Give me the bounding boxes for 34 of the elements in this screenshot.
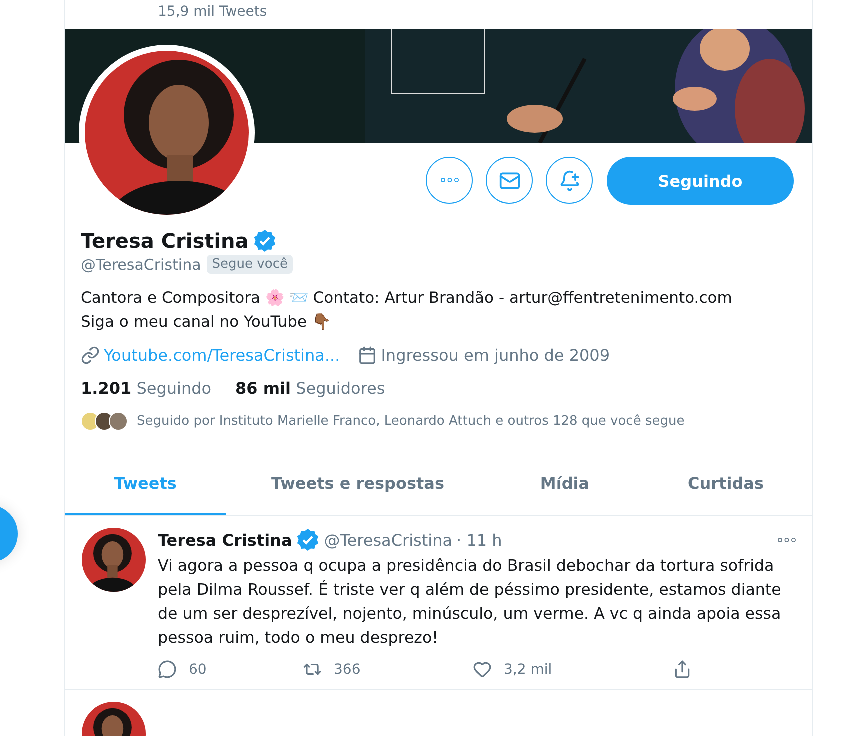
share-icon: [673, 660, 692, 679]
message-button[interactable]: [486, 157, 533, 204]
website-link[interactable]: Youtube.com/TeresaCristina...: [104, 346, 340, 365]
more-button[interactable]: [426, 157, 473, 204]
tweet-handle: @TeresaCristina: [324, 530, 453, 550]
notification-button[interactable]: [546, 157, 593, 204]
more-icon: [440, 178, 458, 183]
more-icon: [778, 538, 796, 542]
tweet-time: · 11 h: [456, 530, 502, 550]
bio-text: Cantora e Compositora 🌸 📨 Contato: Artur Brandão - artur@ffentretenimento.com: [81, 288, 734, 309]
tweet-text: Vi agora a pessoa q ocupa a presidência do Brasil debochar da tortura sofrida pela Dilma Roussef. É triste ver q além de péssimo presidente, estamos diante de um ser desprezível, nojento, minúsculo, um verme. A vc q ainda apoia essa pessoa ruim, todo o meu desprezo!: [158, 555, 782, 649]
reply-icon: [158, 660, 177, 679]
like-button[interactable]: 3,2 mil: [473, 660, 673, 679]
link-icon: [81, 346, 100, 365]
bio-text: Siga o meu canal no YouTube 👇🏾: [81, 312, 332, 333]
bell-plus-icon: [558, 170, 580, 192]
profile-tab[interactable]: Tweets: [65, 453, 226, 515]
join-date: Ingressou em junho de 2009: [381, 346, 610, 365]
profile-name: Teresa Cristina: [81, 229, 249, 253]
tweet-author: Teresa Cristina: [158, 530, 292, 550]
profile-tab[interactable]: Tweets e respostas: [226, 453, 490, 515]
profile-tab[interactable]: Mídia: [490, 453, 640, 515]
retweet-button[interactable]: 366: [303, 660, 473, 679]
profile-tab[interactable]: Curtidas: [640, 453, 812, 515]
profile-handle: @TeresaCristina: [81, 256, 202, 274]
follow-stat-link[interactable]: 86 mil Seguidores: [236, 379, 386, 398]
following-button[interactable]: Seguindo: [607, 157, 794, 205]
follows-you-label: Segue você: [207, 255, 293, 274]
followed-by-text[interactable]: Seguido por Instituto Marielle Franco, Leonardo Attuch e outros 128 que você segue: [137, 414, 685, 429]
like-icon: [473, 660, 492, 679]
tweet-count: 15,9 mil Tweets: [158, 4, 268, 20]
follow-stat-link[interactable]: 1.201 Seguindo: [81, 379, 212, 398]
calendar-icon: [358, 346, 378, 365]
reply-button[interactable]: 60: [158, 660, 303, 679]
